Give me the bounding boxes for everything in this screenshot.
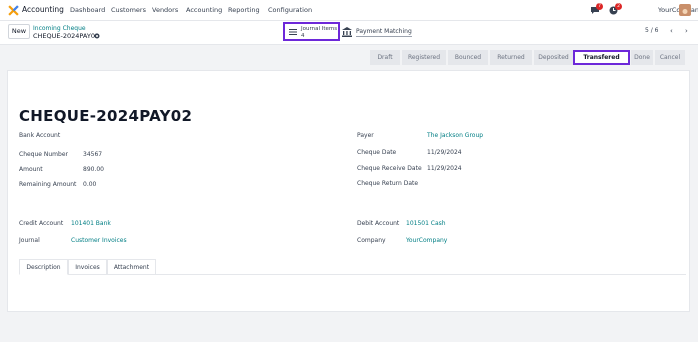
debit-account-label: Debit Account <box>357 220 400 227</box>
breadcrumb-current: CHEQUE-2024PAY02 <box>33 32 100 40</box>
tab-attachment[interactable]: Attachment <box>107 259 156 275</box>
menu-vendors[interactable]: Vendors <box>152 6 178 14</box>
cheque-number-label: Cheque Number <box>19 151 68 158</box>
cheque-receive-date-label: Cheque Receive Date <box>357 165 422 172</box>
app-name[interactable]: Accounting <box>22 5 64 14</box>
company-switcher[interactable]: YourCompany <box>658 6 698 14</box>
payment-matching-underline <box>356 36 412 37</box>
menu-accounting[interactable]: Accounting <box>186 6 222 14</box>
stage-bounced[interactable]: Bounced <box>448 50 488 65</box>
cheque-number-field[interactable]: 34567 <box>83 151 102 158</box>
debit-account-field[interactable]: 101501 Cash <box>406 220 446 227</box>
amount-label: Amount <box>19 166 43 173</box>
breadcrumb-parent[interactable]: Incoming Cheque <box>33 25 86 32</box>
gear-icon[interactable] <box>94 33 100 39</box>
cheque-date-label: Cheque Date <box>357 149 397 156</box>
tab-description[interactable]: Description <box>19 259 68 275</box>
stage-deposited[interactable]: Deposited <box>534 50 573 65</box>
pager-next-icon[interactable]: › <box>685 27 688 35</box>
stage-cancel[interactable]: Cancel <box>655 50 685 65</box>
stage-done[interactable]: Done <box>631 50 653 65</box>
menu-customers[interactable]: Customers <box>111 6 146 14</box>
status-bar: Draft Registered Bounced Returned Deposi… <box>7 48 690 68</box>
credit-account-label: Credit Account <box>19 220 64 227</box>
control-panel: New Incoming Cheque CHEQUE-2024PAY02 Jou… <box>0 21 698 45</box>
new-button[interactable]: New <box>8 24 30 39</box>
record-title: CHEQUE-2024PAY02 <box>19 107 193 125</box>
stage-returned[interactable]: Returned <box>490 50 532 65</box>
cheque-date-field[interactable]: 11/29/2024 <box>427 149 462 156</box>
bank-account-label: Bank Account <box>19 132 61 139</box>
payer-label: Payer <box>357 132 374 139</box>
payment-matching-label: Payment Matching <box>356 28 412 35</box>
cheque-receive-date-field[interactable]: 11/29/2024 <box>427 165 462 172</box>
bank-icon <box>342 27 352 37</box>
pager-value[interactable]: 5 / 6 <box>645 27 658 34</box>
credit-account-field[interactable]: 101401 Bank <box>71 220 111 227</box>
journal-field[interactable]: Customer Invoices <box>71 237 127 244</box>
journal-items-label: Journal Items <box>301 26 338 32</box>
user-avatar[interactable] <box>679 4 691 16</box>
amount-field[interactable]: 890.00 <box>83 166 104 173</box>
journal-items-count: 4 <box>301 33 305 39</box>
pager-previous-icon[interactable]: ‹ <box>670 27 673 35</box>
remaining-amount-label: Remaining Amount <box>19 181 77 188</box>
payer-field[interactable]: The Jackson Group <box>427 132 483 139</box>
stage-transfered[interactable]: Transfered <box>573 50 630 65</box>
company-label: Company <box>357 237 386 244</box>
app-logo-icon[interactable] <box>8 5 19 16</box>
tab-invoices[interactable]: Invoices <box>68 259 107 275</box>
company-field[interactable]: YourCompany <box>406 237 447 244</box>
top-navbar: Accounting Dashboard Customers Vendors A… <box>0 0 698 21</box>
cheque-return-date-label: Cheque Return Date <box>357 180 419 187</box>
menu-dashboard[interactable]: Dashboard <box>70 6 105 14</box>
journal-items-smart-button[interactable]: Journal Items 4 <box>283 22 340 41</box>
stage-draft[interactable]: Draft <box>370 50 400 65</box>
journal-label: Journal <box>19 237 40 244</box>
list-icon <box>289 29 297 35</box>
messages-badge: 7 <box>596 3 603 10</box>
form-sheet: CHEQUE-2024PAY02 Bank Account Cheque Num… <box>7 70 690 312</box>
activity-badge: 2 <box>615 3 622 10</box>
remaining-amount-field: 0.00 <box>83 181 97 188</box>
menu-configuration[interactable]: Configuration <box>268 6 312 14</box>
menu-reporting[interactable]: Reporting <box>228 6 260 14</box>
stage-registered[interactable]: Registered <box>402 50 446 65</box>
